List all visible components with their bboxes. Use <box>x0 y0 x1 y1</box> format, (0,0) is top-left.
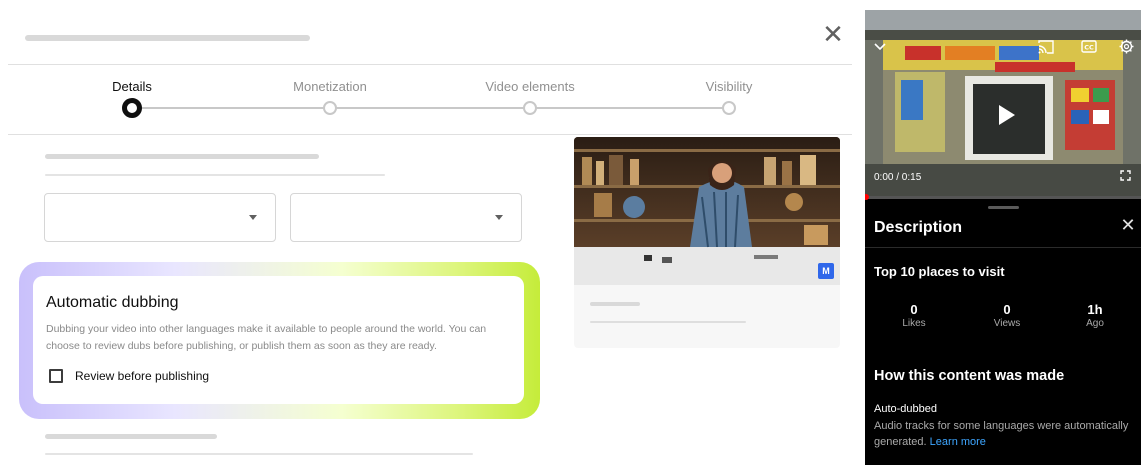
review-before-publishing-label: Review before publishing <box>75 369 210 383</box>
placeholder-line <box>45 154 319 159</box>
thumbnail-image <box>574 137 840 285</box>
description-heading: Description <box>874 219 963 236</box>
how-content-made-heading: How this content was made <box>874 368 1065 384</box>
views-count: 0 <box>1003 302 1011 317</box>
step-dot-details[interactable] <box>122 98 142 118</box>
placeholder-line <box>590 321 746 323</box>
automatic-dubbing-card: Automatic dubbing Dubbing your video int… <box>33 276 524 404</box>
chevron-down-icon[interactable] <box>873 42 887 52</box>
step-label-details[interactable]: Details <box>112 79 152 94</box>
video-time: 0:00 / 0:15 <box>874 172 922 183</box>
likes-label: Likes <box>902 318 926 329</box>
header-divider <box>8 64 852 65</box>
step-dot-video-elements[interactable] <box>523 101 537 115</box>
auto-dubbed-description: Audio tracks for some languages were aut… <box>874 420 1129 448</box>
video-preview-card: M <box>574 137 840 348</box>
review-before-publishing-option[interactable]: Review before publishing <box>49 369 209 383</box>
video-frame-image <box>865 10 1141 198</box>
auto-dubbed-text: Audio tracks for some languages were aut… <box>874 418 1136 450</box>
mobile-player: CC 0:00 / 0:15 Description ✕ Top 10 plac… <box>865 10 1141 465</box>
auto-dubbed-title: Auto-dubbed <box>874 403 937 415</box>
age-value: 1h <box>1087 302 1103 317</box>
step-dot-monetization[interactable] <box>323 101 337 115</box>
fullscreen-icon[interactable] <box>1120 170 1131 181</box>
step-dot-visibility[interactable] <box>722 101 736 115</box>
description-divider <box>865 247 1141 248</box>
video-thumbnail[interactable]: M <box>574 137 840 285</box>
stat-views: 0 Views <box>977 302 1037 330</box>
learn-more-link[interactable]: Learn more <box>930 436 986 448</box>
step-label-video-elements[interactable]: Video elements <box>485 79 574 94</box>
close-icon[interactable]: ✕ <box>820 22 846 48</box>
automatic-dubbing-title: Automatic dubbing <box>46 294 179 311</box>
placeholder-line <box>45 434 217 439</box>
likes-count: 0 <box>910 302 918 317</box>
dialog-title-placeholder <box>25 35 310 41</box>
caret-down-icon <box>249 215 257 220</box>
placeholder-line <box>45 174 385 176</box>
video-title: Top 10 places to visit <box>874 264 1005 279</box>
step-label-monetization[interactable]: Monetization <box>293 79 367 94</box>
stepper-divider <box>8 134 852 135</box>
progress-bar[interactable] <box>865 196 1141 199</box>
drag-handle[interactable] <box>988 206 1019 209</box>
views-label: Views <box>993 318 1021 329</box>
dropdown-select-2[interactable] <box>290 193 522 242</box>
preview-badge: M <box>818 263 834 279</box>
age-label: Ago <box>1086 318 1104 329</box>
stat-age: 1h Ago <box>1065 302 1125 330</box>
close-icon[interactable]: ✕ <box>1119 217 1137 235</box>
settings-icon[interactable] <box>1119 39 1134 54</box>
upload-dialog: ✕ Details Monetization Video elements Vi… <box>0 0 852 465</box>
cast-icon[interactable] <box>1038 40 1054 54</box>
dropdown-select-1[interactable] <box>44 193 276 242</box>
review-before-publishing-checkbox[interactable] <box>49 369 63 383</box>
placeholder-line <box>45 453 473 455</box>
svg-text:CC: CC <box>1084 44 1094 52</box>
caret-down-icon <box>495 215 503 220</box>
automatic-dubbing-description: Dubbing your video into other languages … <box>46 323 487 352</box>
placeholder-line <box>590 302 640 306</box>
step-label-visibility[interactable]: Visibility <box>706 79 753 94</box>
play-icon[interactable] <box>999 105 1015 125</box>
video-frame[interactable]: CC 0:00 / 0:15 <box>865 10 1141 198</box>
stepper-line <box>132 107 729 109</box>
progress-scrubber[interactable] <box>865 194 869 200</box>
cc-icon[interactable]: CC <box>1081 40 1097 53</box>
stat-likes: 0 Likes <box>884 302 944 330</box>
